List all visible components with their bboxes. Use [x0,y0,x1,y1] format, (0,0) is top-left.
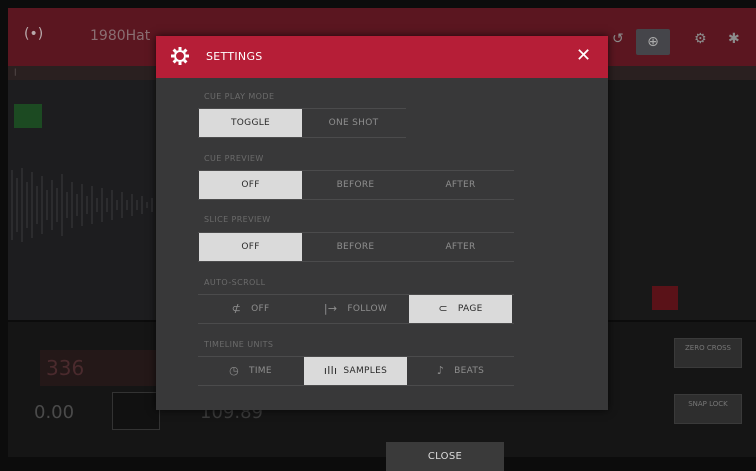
auto-scroll-label: AUTO-SCROLL [204,278,266,287]
units-time-label: TIME [249,366,272,376]
auto-scroll-off[interactable]: ⊄ OFF [199,295,302,323]
close-icon[interactable]: ✕ [576,44,591,68]
timeline-units-label: TIMELINE UNITS [204,340,274,349]
music-note-icon: ♪ [436,364,445,377]
waveform-right-region [600,80,756,320]
auto-scroll-page-label: PAGE [457,304,483,314]
zero-cross-button[interactable]: ZERO CROSS [674,338,742,368]
arrow-right-icon: |→ [323,302,338,315]
cue-play-mode-segment: TOGGLE ONE SHOT [198,108,406,138]
auto-scroll-follow-label: FOLLOW [347,304,388,314]
readout-top: 336 [40,350,160,386]
auto-scroll-off-label: OFF [251,304,270,314]
cue-preview-label: CUE PREVIEW [204,154,264,163]
option-one-shot[interactable]: ONE SHOT [302,109,405,137]
cue-preview-segment: OFF BEFORE AFTER [198,170,514,200]
units-beats[interactable]: ♪ BEATS [409,357,512,385]
auto-scroll-page[interactable]: ⊂ PAGE [409,295,512,323]
settings-header: SETTINGS ✕ [156,36,608,78]
zoom-button[interactable]: ⊕ [636,29,670,55]
waveform-graphic [11,168,153,242]
clock-icon: ◷ [229,364,240,377]
timeline-units-segment: ◷ TIME ıllı SAMPLES ♪ BEATS [198,356,514,386]
waveform-icon: ıllı [323,364,338,377]
auto-scroll-segment: ⊄ OFF |→ FOLLOW ⊂ PAGE [198,294,514,324]
auto-scroll-follow[interactable]: |→ FOLLOW [304,295,407,323]
gear-icon[interactable]: ⚙ [694,31,707,47]
settings-title: SETTINGS [206,50,263,63]
sample-title: 1980Hat [90,28,151,44]
undo-icon[interactable]: ↺ [612,31,624,47]
app-root: (•) 1980Hat ↺ ⊕ ⚙ ✱ | 336 0.00 109.89 ZE… [0,0,756,471]
readout-bottom-left: 0.00 [34,402,75,423]
end-marker[interactable] [652,286,678,310]
slice-preview-segment: OFF BEFORE AFTER [198,232,514,262]
units-beats-label: BEATS [454,366,485,376]
no-scroll-icon: ⊄ [231,302,242,315]
cue-play-mode-label: CUE PLAY MODE [204,92,275,101]
app-menu-icon[interactable]: (•) [24,26,43,42]
cue-preview-before[interactable]: BEFORE [304,171,407,199]
slice-preview-after[interactable]: AFTER [409,233,512,261]
bottom-box [112,392,160,430]
page-return-icon: ⊂ [438,302,448,315]
cue-preview-off[interactable]: OFF [199,171,302,199]
slice-preview-off[interactable]: OFF [199,233,302,261]
star-icon[interactable]: ✱ [728,31,740,47]
slice-preview-label: SLICE PREVIEW [204,215,271,224]
option-toggle[interactable]: TOGGLE [199,109,302,137]
gear-icon [171,47,189,65]
units-time[interactable]: ◷ TIME [199,357,302,385]
units-samples[interactable]: ıllı SAMPLES [304,357,407,385]
start-marker[interactable] [14,104,42,128]
zoom-icon: ⊕ [647,34,659,50]
slice-preview-before[interactable]: BEFORE [304,233,407,261]
cue-preview-after[interactable]: AFTER [409,171,512,199]
units-samples-label: SAMPLES [343,366,388,376]
close-button[interactable]: CLOSE [386,442,504,471]
settings-dialog: SETTINGS ✕ CUE PLAY MODE TOGGLE ONE SHOT… [156,36,608,410]
snap-lock-button[interactable]: SNAP LOCK [674,394,742,424]
